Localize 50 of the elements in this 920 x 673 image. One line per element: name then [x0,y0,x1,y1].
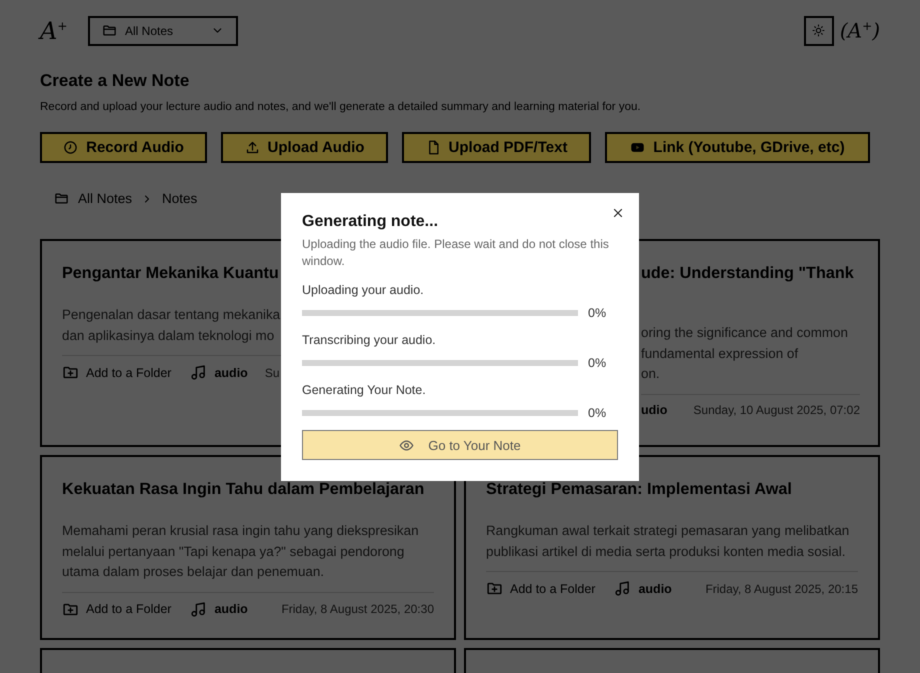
folder-icon [54,191,69,206]
note-date: Friday, 8 August 2025, 20:15 [705,582,858,596]
close-icon [611,206,625,220]
step-label: Transcribing your audio. [302,333,437,347]
action-button[interactable]: Record Audio [40,132,207,163]
folder-plus-icon [486,580,503,597]
note-title: Pengantar Mekanika Kuantu [62,263,279,284]
page-subtitle: Record and upload your lecture audio and notes, and we'll generate a detailed summary and learning material for you. [40,101,642,113]
logo: A$^{+}$ [40,18,68,42]
breadcrumb-link[interactable]: All Notes [78,191,132,206]
add-to-folder-button[interactable]: Add to a Folder [486,580,596,597]
eye-icon [399,438,414,452]
add-to-folder-button[interactable]: Add to a Folder [62,364,172,381]
video-icon [630,140,646,155]
breadcrumb-link[interactable]: Notes [162,191,198,206]
action-button[interactable]: Upload PDF/Text [402,132,591,163]
folder-plus-icon [62,364,79,381]
sun-icon [812,24,826,37]
note-date: Friday, 8 August 2025, 20:30 [281,602,434,616]
go-to-note-button[interactable]: Go to Your Note [302,430,618,460]
note-description: oring the significance and common fundamental expression of on. [641,324,848,383]
step-label: Generating Your Note. [302,383,427,397]
note-title: ude: Understanding "Thank [641,263,854,284]
add-to-folder-button[interactable]: Add to a Folder [62,600,172,618]
note-type-label: udio [641,402,668,416]
action-button[interactable]: Upload Audio [221,132,388,163]
note-description: Pengenalan dasar tentang mekanika dan aplikasinya dalam teknologi mo [62,306,280,345]
modal-title: Generating note... [302,213,440,231]
folder-dropdown[interactable]: All Notes [88,16,238,46]
note-description: Memahami peran krusial rasa ingin tahu yang diekspresikan melalui pertanyaan "Tapi kenapa ya?" sebagai pendorong utama dalam proses belajar dan penemuan. [62,522,419,581]
step-label: Uploading your audio. [302,283,425,297]
progress-percent: 0% [588,356,606,370]
progress-percent: 0% [588,406,606,420]
action-button[interactable]: Link (Youtube, GDrive, etc) [605,132,870,163]
progress-percent: 0% [588,306,606,320]
note-date: Su [264,366,280,380]
record-icon [63,140,78,155]
profile-logo[interactable]: (A$^{+}$) [840,20,880,41]
note-description: Rangkuman awal terkait strategi pemasaran yang melibatkan publikasi artikel di media serta produksi konten media sosial. [486,522,850,561]
note-date: Sunday, 10 August 2025, 07:02 [693,402,860,416]
upload-icon [244,140,260,155]
note-type-label: audio [214,366,248,380]
note-type-label: audio [638,582,672,596]
page-title: Create a New Note [40,71,190,91]
theme-toggle-button[interactable] [804,16,834,46]
note-type-label: audio [214,602,248,616]
folder-icon [102,23,117,38]
note-title: Kekuatan Rasa Ingin Tahu dalam Pembelajaran [62,479,424,500]
close-button[interactable] [611,206,625,220]
note-title: Strategi Pemasaran: Implementasi Awal [486,479,792,500]
